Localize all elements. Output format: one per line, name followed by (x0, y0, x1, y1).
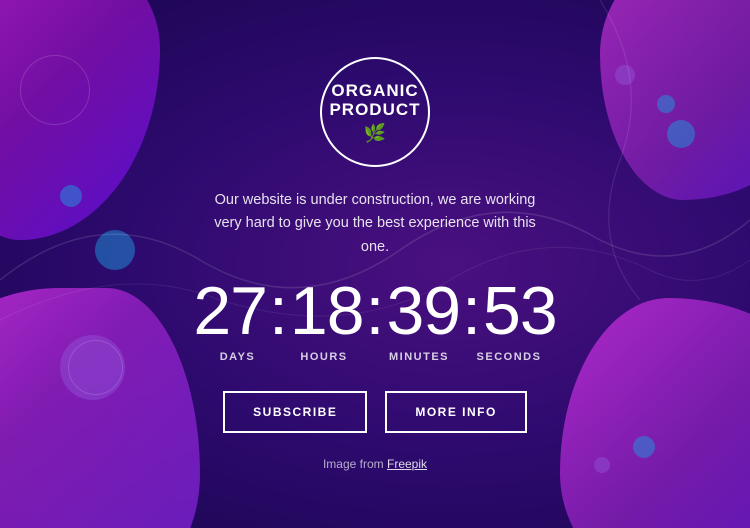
logo-line1: ORGANIC (331, 81, 418, 100)
countdown-days: 27 (193, 277, 267, 345)
countdown-minutes: 39 (386, 277, 460, 345)
deco-circle-8 (633, 436, 655, 458)
countdown-hours: 18 (290, 277, 364, 345)
logo-leaves: 🌿 (364, 123, 386, 144)
deco-circle-7 (615, 65, 635, 85)
blob-right-top (600, 0, 750, 200)
countdown-seconds: 53 (483, 277, 557, 345)
action-buttons: SUBSCRIBE MORE INFO (223, 391, 527, 433)
more-info-button[interactable]: MORE INFO (385, 391, 527, 433)
deco-circle-9 (594, 457, 610, 473)
separator-2: : (366, 277, 385, 345)
footer-text-label: Image from (323, 457, 387, 471)
deco-circle-4 (68, 340, 123, 395)
label-minutes: MINUTES (372, 351, 467, 363)
logo-text: ORGANIC PRODUCT (329, 81, 420, 120)
blob-left-top (0, 0, 160, 240)
countdown-labels: DAYS HOURS MINUTES SECONDS (199, 351, 552, 363)
blob-left-bottom (0, 288, 200, 528)
subscribe-button[interactable]: SUBSCRIBE (223, 391, 367, 433)
logo-circle: ORGANIC PRODUCT 🌿 (320, 57, 430, 167)
label-seconds: SECONDS (467, 351, 552, 363)
countdown-display: 27 : 18 : 39 : 53 (193, 277, 556, 345)
separator-3: : (462, 277, 481, 345)
deco-circle-10 (20, 55, 90, 125)
logo-line2: PRODUCT (329, 100, 420, 119)
deco-circle-1 (95, 230, 135, 270)
blob-right-bottom (560, 298, 750, 528)
main-content: ORGANIC PRODUCT 🌿 Our website is under c… (193, 57, 556, 471)
deco-circle-5 (657, 95, 675, 113)
deco-circle-2 (60, 185, 82, 207)
footer-attribution: Image from Freepik (323, 457, 427, 471)
freepik-link[interactable]: Freepik (387, 457, 427, 471)
label-hours: HOURS (277, 351, 372, 363)
deco-circle-6 (667, 120, 695, 148)
label-days: DAYS (199, 351, 277, 363)
tagline: Our website is under construction, we ar… (205, 189, 545, 259)
separator-1: : (269, 277, 288, 345)
